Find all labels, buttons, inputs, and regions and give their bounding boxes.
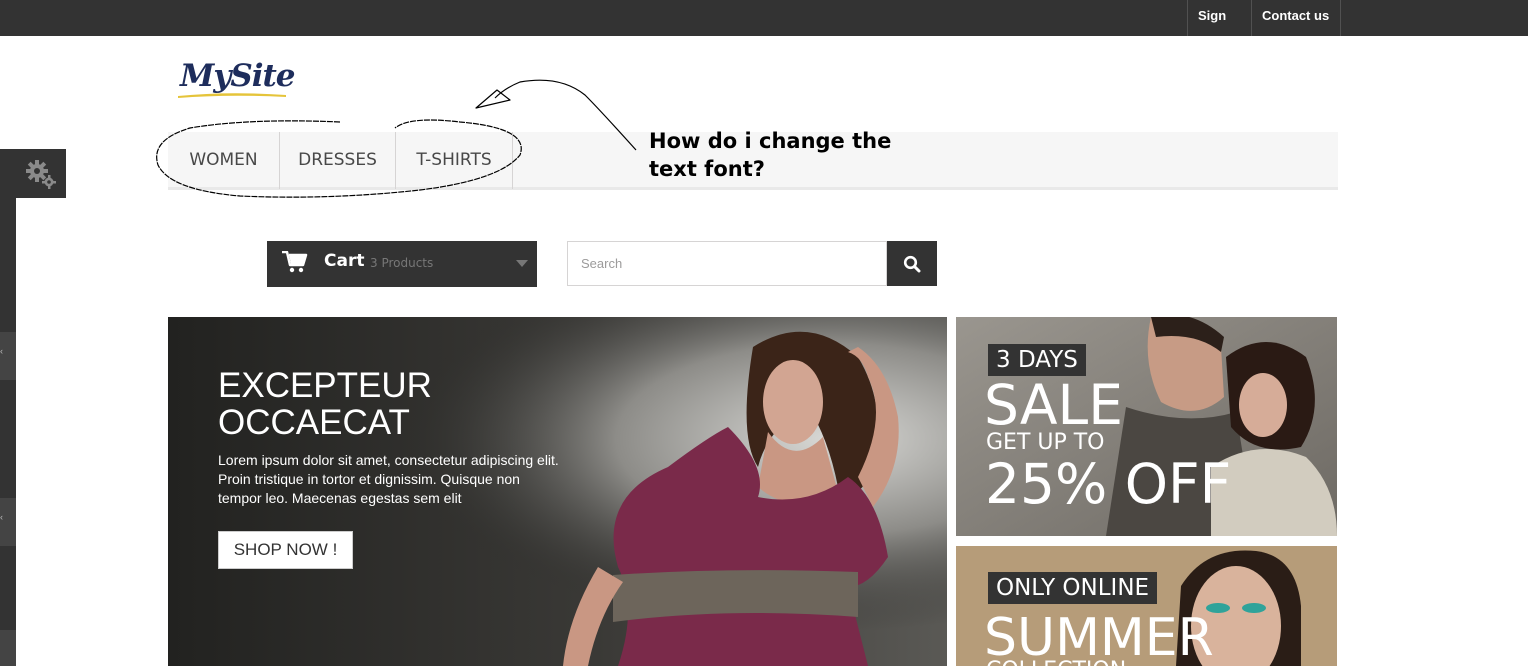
side-panel-strip: ‹ ‹ (0, 198, 16, 666)
caret-down-icon (516, 260, 528, 267)
logo-swoosh-icon (178, 93, 286, 98)
cart-icon (282, 251, 308, 273)
shop-now-button[interactable]: SHOP NOW ! (218, 531, 353, 569)
contact-us-link[interactable]: Contact us (1251, 0, 1341, 36)
slide-description: Lorem ipsum dolor sit amet, consectetur … (218, 452, 559, 506)
banner-headline: SALE (984, 373, 1123, 437)
gears-icon (26, 160, 56, 189)
logo-text: MySite (180, 58, 296, 94)
menu-item-women[interactable]: WOMEN (168, 132, 280, 189)
homepage-slider[interactable]: EXCEPTEUR OCCAECAT Lorem ipsum dolor sit… (168, 317, 947, 666)
search-icon (903, 255, 921, 273)
side-tab[interactable]: ‹ (0, 498, 16, 546)
cart-button[interactable]: Cart 3 Products (267, 241, 537, 287)
banner-tag: ONLY ONLINE (988, 572, 1158, 604)
side-tab[interactable] (0, 630, 16, 666)
top-bar: Sign in Contact us (0, 0, 1528, 55)
side-tab[interactable]: ‹ (0, 332, 16, 380)
chevron-icon: ‹ (0, 346, 3, 356)
slide-title-line: OCCAECAT (218, 403, 410, 442)
slide-title-line: EXCEPTEUR (218, 366, 432, 405)
banner-headline: SUMMER (984, 608, 1214, 666)
sign-in-link[interactable]: Sign in (1187, 0, 1251, 55)
sale-banner[interactable]: 3 DAYS SALE GET UP TO 25% OFF (956, 317, 1337, 536)
main-menu: WOMEN DRESSES T-SHIRTS (168, 132, 1338, 190)
summer-banner[interactable]: ONLY ONLINE SUMMER COLLECTION (956, 546, 1337, 666)
menu-item-tshirts[interactable]: T-SHIRTS (396, 132, 513, 189)
chevron-icon: ‹ (0, 512, 3, 522)
banner-subline: COLLECTION (986, 658, 1126, 666)
cart-product-count: 3 Products (370, 256, 434, 270)
menu-item-dresses[interactable]: DRESSES (280, 132, 396, 189)
search-input[interactable] (567, 241, 887, 286)
site-logo[interactable]: MySite (176, 54, 296, 104)
slide-title: EXCEPTEUR OCCAECAT (218, 367, 578, 441)
theme-settings-toggle[interactable] (0, 149, 66, 198)
search-button[interactable] (887, 241, 937, 286)
cart-label: Cart (324, 251, 365, 271)
banner-discount: 25% OFF (985, 452, 1232, 516)
